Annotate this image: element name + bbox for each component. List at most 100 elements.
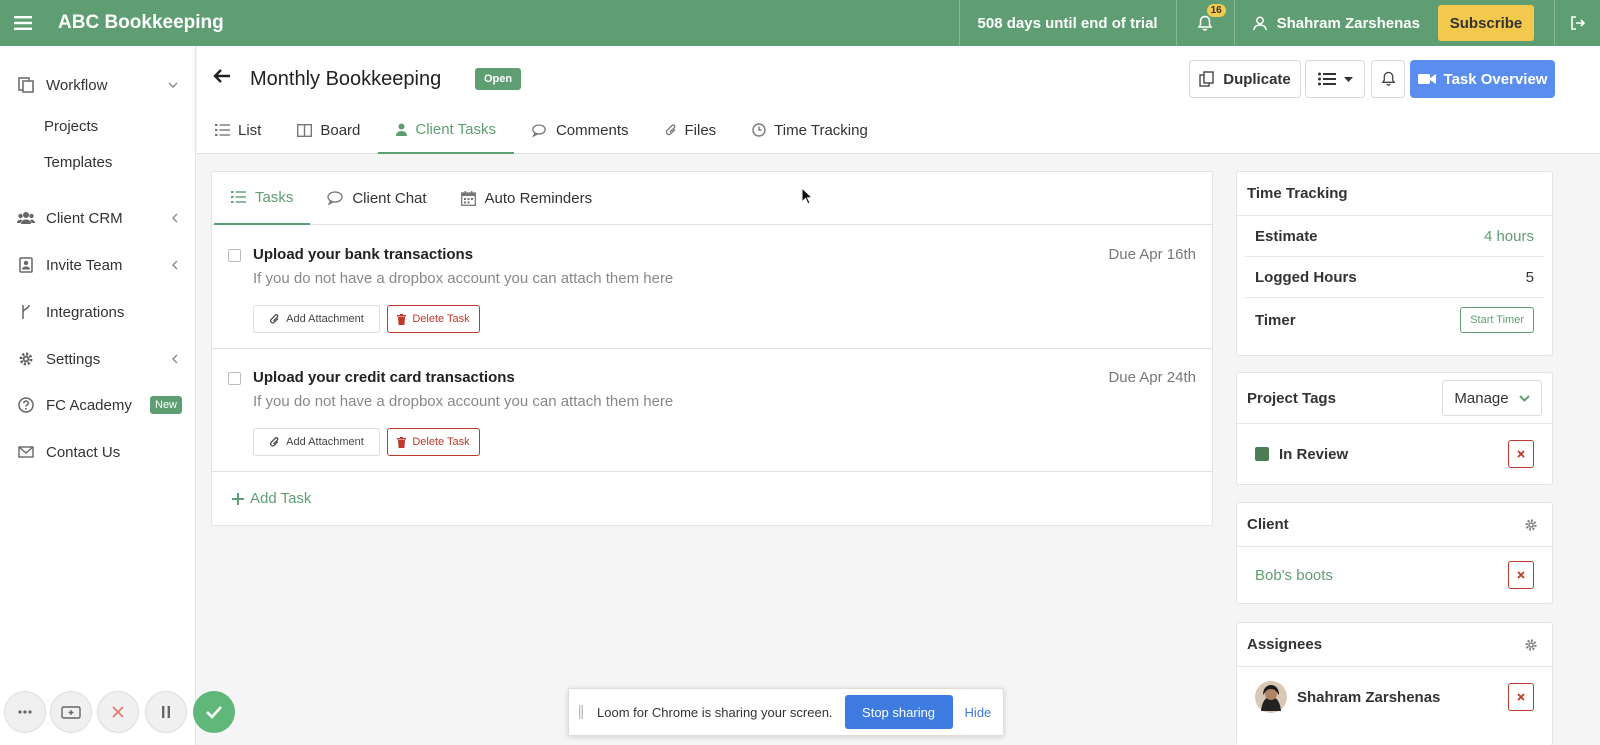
- task-overview-button[interactable]: Task Overview: [1410, 60, 1555, 98]
- time-tracking-card: Time Tracking Estimate 4 hours Logged Ho…: [1236, 171, 1553, 356]
- watch-bell-button[interactable]: [1371, 60, 1405, 98]
- trash-icon: [397, 313, 407, 325]
- client-name-link[interactable]: Bob's boots: [1255, 567, 1333, 584]
- close-icon: [1517, 571, 1525, 579]
- sidebar-item-projects[interactable]: Projects: [44, 118, 98, 135]
- task-due-date: Due Apr 16th: [1108, 246, 1196, 263]
- tab-label: Time Tracking: [774, 121, 868, 139]
- sidebar-item-contact-us[interactable]: Contact Us: [0, 435, 196, 469]
- sidebar-item-templates[interactable]: Templates: [44, 154, 112, 171]
- sidebar-label-integrations: Integrations: [46, 303, 125, 321]
- tab-files[interactable]: Files: [647, 106, 735, 154]
- tab-board[interactable]: Board: [279, 106, 378, 154]
- subscribe-button[interactable]: Subscribe: [1438, 5, 1534, 41]
- tab-label: List: [238, 121, 262, 139]
- camera-toggle-icon[interactable]: [50, 691, 92, 733]
- stop-sharing-button[interactable]: Stop sharing: [844, 695, 953, 729]
- more-options-icon[interactable]: [4, 691, 46, 733]
- hide-share-bar-link[interactable]: Hide: [965, 705, 992, 720]
- sidebar-item-invite-team[interactable]: Invite Team: [0, 248, 196, 282]
- close-icon: [1517, 450, 1525, 458]
- tab-label: Client Tasks: [415, 120, 496, 138]
- cancel-recording-icon[interactable]: [97, 691, 139, 733]
- list-icon: [215, 124, 230, 136]
- chevron-down-icon: [1518, 394, 1530, 402]
- card-header: Client: [1237, 503, 1552, 547]
- drag-handle-icon[interactable]: [579, 705, 591, 719]
- assignee-row: Shahram Zarshenas: [1245, 667, 1544, 727]
- user-menu[interactable]: Shahram Zarshenas: [1235, 15, 1438, 32]
- gear-icon: [16, 351, 36, 367]
- client-tasks-subtabs: Tasks Client Chat Auto Reminders: [212, 172, 1212, 225]
- manage-label: Manage: [1454, 389, 1509, 407]
- task-title[interactable]: Upload your credit card transactions: [253, 369, 515, 386]
- tag-row: In Review: [1245, 424, 1544, 484]
- subtab-client-chat[interactable]: Client Chat: [310, 172, 443, 225]
- sidebar-item-workflow[interactable]: Workflow: [0, 68, 196, 102]
- tab-comments[interactable]: Comments: [514, 106, 647, 154]
- logged-hours-row: Logged Hours 5: [1245, 257, 1544, 298]
- subtab-auto-reminders[interactable]: Auto Reminders: [444, 172, 610, 225]
- screen-share-message: Loom for Chrome is sharing your screen.: [597, 704, 833, 720]
- delete-task-button[interactable]: Delete Task: [387, 428, 480, 456]
- list-icon: [231, 191, 246, 203]
- duplicate-label: Duplicate: [1223, 70, 1291, 88]
- client-tasks-panel: Tasks Client Chat Auto Reminders Upload …: [211, 171, 1213, 526]
- sidebar-label-settings: Settings: [46, 350, 101, 368]
- estimate-value[interactable]: 4 hours: [1484, 228, 1534, 245]
- board-icon: [297, 123, 313, 137]
- finish-recording-icon[interactable]: [193, 691, 235, 733]
- subtab-tasks[interactable]: Tasks: [214, 172, 311, 225]
- tab-list[interactable]: List: [197, 106, 279, 154]
- top-bar: ABC Bookkeeping 508 days until end of tr…: [0, 0, 1600, 46]
- clock-icon: [752, 123, 766, 137]
- notifications-button[interactable]: 16: [1177, 0, 1235, 46]
- view-options-dropdown[interactable]: [1305, 60, 1365, 98]
- tab-client-tasks[interactable]: Client Tasks: [378, 106, 514, 154]
- manage-tags-dropdown[interactable]: Manage: [1442, 380, 1542, 416]
- remove-client-button[interactable]: [1508, 561, 1534, 589]
- hamburger-menu-icon[interactable]: [0, 0, 46, 46]
- add-attachment-button[interactable]: Add Attachment: [253, 305, 380, 333]
- tab-label: Board: [320, 121, 361, 139]
- paperclip-icon: [269, 436, 280, 448]
- card-title: Client: [1247, 516, 1289, 533]
- brand-title[interactable]: ABC Bookkeeping: [58, 12, 224, 34]
- chevron-left-icon: [172, 260, 178, 270]
- add-attachment-button[interactable]: Add Attachment: [253, 428, 380, 456]
- trial-countdown: 508 days until end of trial: [958, 0, 1177, 46]
- duplicate-button[interactable]: Duplicate: [1189, 60, 1301, 98]
- fork-icon: [16, 304, 36, 320]
- close-icon: [1517, 693, 1525, 701]
- mouse-cursor-icon: [801, 187, 813, 205]
- task-description: If you do not have a dropbox account you…: [253, 393, 674, 410]
- delete-task-button[interactable]: Delete Task: [387, 305, 480, 333]
- delete-task-label: Delete Task: [412, 313, 470, 325]
- task-checkbox[interactable]: [228, 372, 241, 385]
- logout-icon[interactable]: [1554, 0, 1600, 46]
- card-title: Project Tags: [1247, 389, 1336, 407]
- task-row: Upload your bank transactions If you do …: [212, 226, 1212, 349]
- add-task-button[interactable]: Add Task: [232, 490, 311, 507]
- video-camera-icon: [1417, 74, 1436, 84]
- gear-icon[interactable]: [1524, 518, 1538, 532]
- assignees-card: Assignees Shahram Zarshenas: [1236, 622, 1553, 745]
- sidebar-item-client-crm[interactable]: Client CRM: [0, 201, 196, 235]
- gear-icon[interactable]: [1524, 638, 1538, 652]
- remove-tag-button[interactable]: [1508, 440, 1534, 468]
- estimate-label: Estimate: [1255, 227, 1318, 245]
- task-checkbox[interactable]: [228, 249, 241, 262]
- start-timer-button[interactable]: Start Timer: [1460, 307, 1534, 333]
- calendar-icon: [460, 190, 476, 206]
- sidebar-item-fc-academy[interactable]: FC Academy New: [0, 388, 196, 422]
- tab-time-tracking[interactable]: Time Tracking: [734, 106, 886, 154]
- timer-label: Timer: [1255, 311, 1296, 329]
- back-arrow-icon[interactable]: [213, 68, 231, 84]
- task-title[interactable]: Upload your bank transactions: [253, 246, 473, 263]
- users-icon: [16, 211, 36, 225]
- sidebar-item-settings[interactable]: Settings: [0, 342, 196, 376]
- sidebar-item-integrations[interactable]: Integrations: [0, 295, 196, 329]
- pause-recording-icon[interactable]: [145, 691, 187, 733]
- card-title: Assignees: [1247, 636, 1323, 653]
- remove-assignee-button[interactable]: [1508, 683, 1534, 711]
